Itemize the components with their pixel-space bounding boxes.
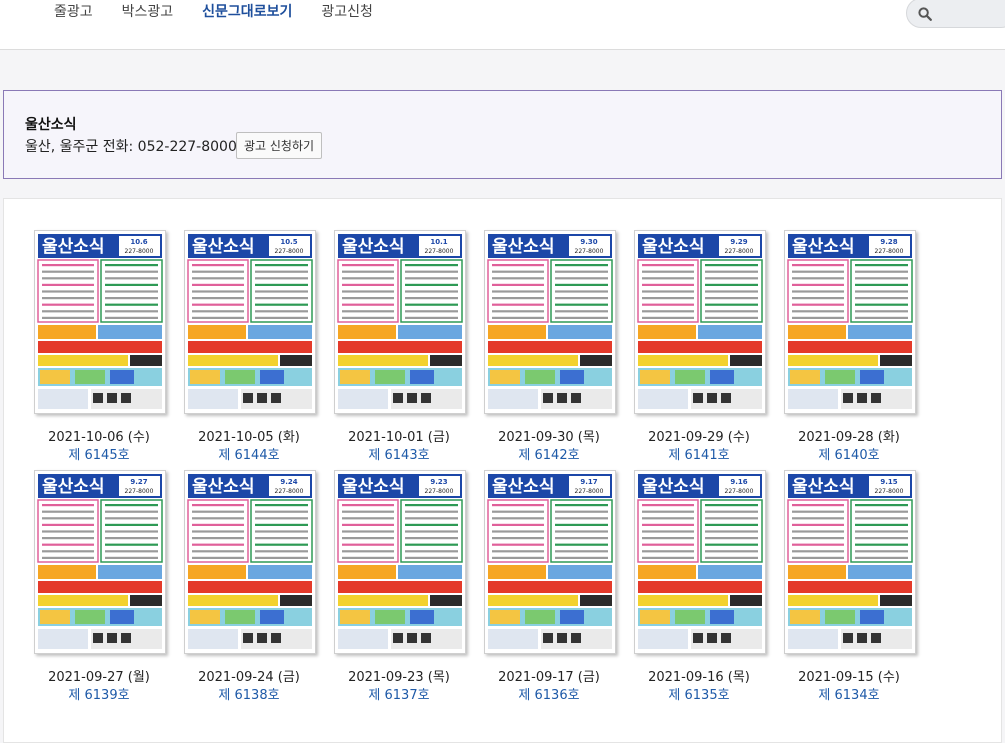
- issue-item[interactable]: 울산소식 10.6 227-8000 2021-10-06 (수) 제 6145…: [4, 230, 166, 470]
- paper-info-box: 울산소식 울산, 울주군 전화: 052-227-8000 광고 신청하기: [3, 90, 1002, 179]
- phone-text: 227-8000: [725, 248, 754, 255]
- newspaper-page-image[interactable]: 울산소식 10.1 227-8000: [335, 231, 465, 413]
- issue-date-badge: 10.1: [430, 238, 447, 246]
- phone-text: 227-8000: [275, 488, 304, 495]
- apply-ad-button[interactable]: 광고 신청하기: [236, 132, 323, 159]
- issue-date-badge: 9.28: [880, 238, 897, 246]
- newspaper-thumbnail[interactable]: 울산소식 10.1 227-8000: [334, 230, 466, 414]
- issue-number-link[interactable]: 제 6134호: [754, 684, 944, 703]
- masthead-text: 울산소식: [492, 237, 555, 257]
- newspaper-page-image[interactable]: 울산소식 9.27 227-8000: [35, 471, 165, 653]
- issue-item[interactable]: 울산소식 9.23 227-8000 2021-09-23 (목) 제 6137…: [304, 470, 466, 710]
- newspaper-thumbnail[interactable]: 울산소식 9.24 227-8000: [184, 470, 316, 654]
- phone-text: 227-8000: [125, 488, 154, 495]
- newspaper-thumbnail[interactable]: 울산소식 10.5 227-8000: [184, 230, 316, 414]
- issue-date-badge: 9.29: [730, 238, 747, 246]
- phone-text: 227-8000: [875, 488, 904, 495]
- issue-item[interactable]: 울산소식 9.15 227-8000 2021-09-15 (수) 제 6134…: [754, 470, 916, 710]
- nav-box-ads[interactable]: 박스광고: [122, 1, 174, 21]
- newspaper-thumbnail[interactable]: 울산소식 9.28 227-8000: [784, 230, 916, 414]
- paper-name: 울산소식: [25, 117, 77, 133]
- top-navigation-bar: ! 줄광고 박스광고 신문그대로보기 광고신청: [0, 0, 1005, 50]
- phone-text: 227-8000: [425, 248, 454, 255]
- phone-text: 227-8000: [575, 488, 604, 495]
- issue-date-badge: 9.23: [430, 478, 447, 486]
- newspaper-page-image[interactable]: 울산소식 9.30 227-8000: [485, 231, 615, 413]
- newspaper-page-image[interactable]: 울산소식 10.5 227-8000: [185, 231, 315, 413]
- issue-date-badge: 9.16: [730, 478, 747, 486]
- masthead-text: 울산소식: [792, 477, 855, 497]
- issue-date[interactable]: 2021-09-15 (수): [754, 666, 944, 685]
- nav-line-ads[interactable]: 줄광고: [54, 1, 93, 21]
- newspaper-thumbnail[interactable]: 울산소식 9.16 227-8000: [634, 470, 766, 654]
- issue-date[interactable]: 2021-09-28 (화): [754, 426, 944, 445]
- newspaper-thumbnail[interactable]: 울산소식 9.29 227-8000: [634, 230, 766, 414]
- newspaper-thumbnail[interactable]: 울산소식 10.6 227-8000: [34, 230, 166, 414]
- newspaper-thumbnail[interactable]: 울산소식 9.17 227-8000: [484, 470, 616, 654]
- newspaper-page-image[interactable]: 울산소식 9.28 227-8000: [785, 231, 915, 413]
- issue-date-badge: 9.15: [880, 478, 897, 486]
- issue-item[interactable]: 울산소식 10.5 227-8000 2021-10-05 (화) 제 6144…: [154, 230, 316, 470]
- masthead-text: 울산소식: [342, 477, 405, 497]
- newspaper-thumbnail[interactable]: 울산소식 9.27 227-8000: [34, 470, 166, 654]
- nav-newspaper-view[interactable]: 신문그대로보기: [202, 1, 292, 21]
- issue-date-badge: 10.6: [130, 238, 147, 246]
- masthead-text: 울산소식: [642, 237, 705, 257]
- issue-item[interactable]: 울산소식 9.29 227-8000 2021-09-29 (수) 제 6141…: [604, 230, 766, 470]
- main-nav: 줄광고 박스광고 신문그대로보기 광고신청: [54, 1, 402, 21]
- masthead-text: 울산소식: [492, 477, 555, 497]
- newspaper-page-image[interactable]: 울산소식 10.6 227-8000: [35, 231, 165, 413]
- nav-ad-request[interactable]: 광고신청: [321, 1, 373, 21]
- issue-item[interactable]: 울산소식 9.17 227-8000 2021-09-17 (금) 제 6136…: [454, 470, 616, 710]
- phone-text: 227-8000: [425, 488, 454, 495]
- search-icon[interactable]: [918, 7, 932, 21]
- issue-item[interactable]: 울산소식 9.27 227-8000 2021-09-27 (월) 제 6139…: [4, 470, 166, 710]
- newspaper-page-image[interactable]: 울산소식 9.23 227-8000: [335, 471, 465, 653]
- issue-number-link[interactable]: 제 6140호: [754, 444, 944, 463]
- masthead-text: 울산소식: [42, 237, 105, 257]
- newspaper-thumbnail[interactable]: 울산소식 9.30 227-8000: [484, 230, 616, 414]
- phone-text: 227-8000: [575, 248, 604, 255]
- issue-item[interactable]: 울산소식 9.16 227-8000 2021-09-16 (목) 제 6135…: [604, 470, 766, 710]
- newspaper-thumbnail[interactable]: 울산소식 9.23 227-8000: [334, 470, 466, 654]
- paper-contact: 울산, 울주군 전화: 052-227-8000: [25, 139, 237, 155]
- search-input[interactable]: [906, 0, 1005, 28]
- masthead-text: 울산소식: [192, 237, 255, 257]
- phone-text: 227-8000: [875, 248, 904, 255]
- newspaper-page-image[interactable]: 울산소식 9.17 227-8000: [485, 471, 615, 653]
- newspaper-thumbnail[interactable]: 울산소식 9.15 227-8000: [784, 470, 916, 654]
- issue-date-badge: 9.30: [580, 238, 597, 246]
- issue-date-badge: 9.27: [130, 478, 147, 486]
- phone-text: 227-8000: [125, 248, 154, 255]
- masthead-text: 울산소식: [642, 477, 705, 497]
- issue-date-badge: 10.5: [280, 238, 297, 246]
- masthead-text: 울산소식: [792, 237, 855, 257]
- issue-item[interactable]: 울산소식 9.28 227-8000 2021-09-28 (화) 제 6140…: [754, 230, 916, 470]
- phone-text: 227-8000: [275, 248, 304, 255]
- newspaper-page-image[interactable]: 울산소식 9.29 227-8000: [635, 231, 765, 413]
- newspaper-page-image[interactable]: 울산소식 9.16 227-8000: [635, 471, 765, 653]
- masthead-text: 울산소식: [192, 477, 255, 497]
- newspaper-page-image[interactable]: 울산소식 9.24 227-8000: [185, 471, 315, 653]
- issue-item[interactable]: 울산소식 9.24 227-8000 2021-09-24 (금) 제 6138…: [154, 470, 316, 710]
- masthead-text: 울산소식: [342, 237, 405, 257]
- issue-date-badge: 9.17: [580, 478, 597, 486]
- issue-date-badge: 9.24: [280, 478, 297, 486]
- phone-text: 227-8000: [725, 488, 754, 495]
- issue-item[interactable]: 울산소식 9.30 227-8000 2021-09-30 (목) 제 6142…: [454, 230, 616, 470]
- issue-item[interactable]: 울산소식 10.1 227-8000 2021-10-01 (금) 제 6143…: [304, 230, 466, 470]
- newspaper-page-image[interactable]: 울산소식 9.15 227-8000: [785, 471, 915, 653]
- issue-grid: 울산소식 10.6 227-8000 2021-10-06 (수) 제 6145…: [3, 198, 1002, 743]
- masthead-text: 울산소식: [42, 477, 105, 497]
